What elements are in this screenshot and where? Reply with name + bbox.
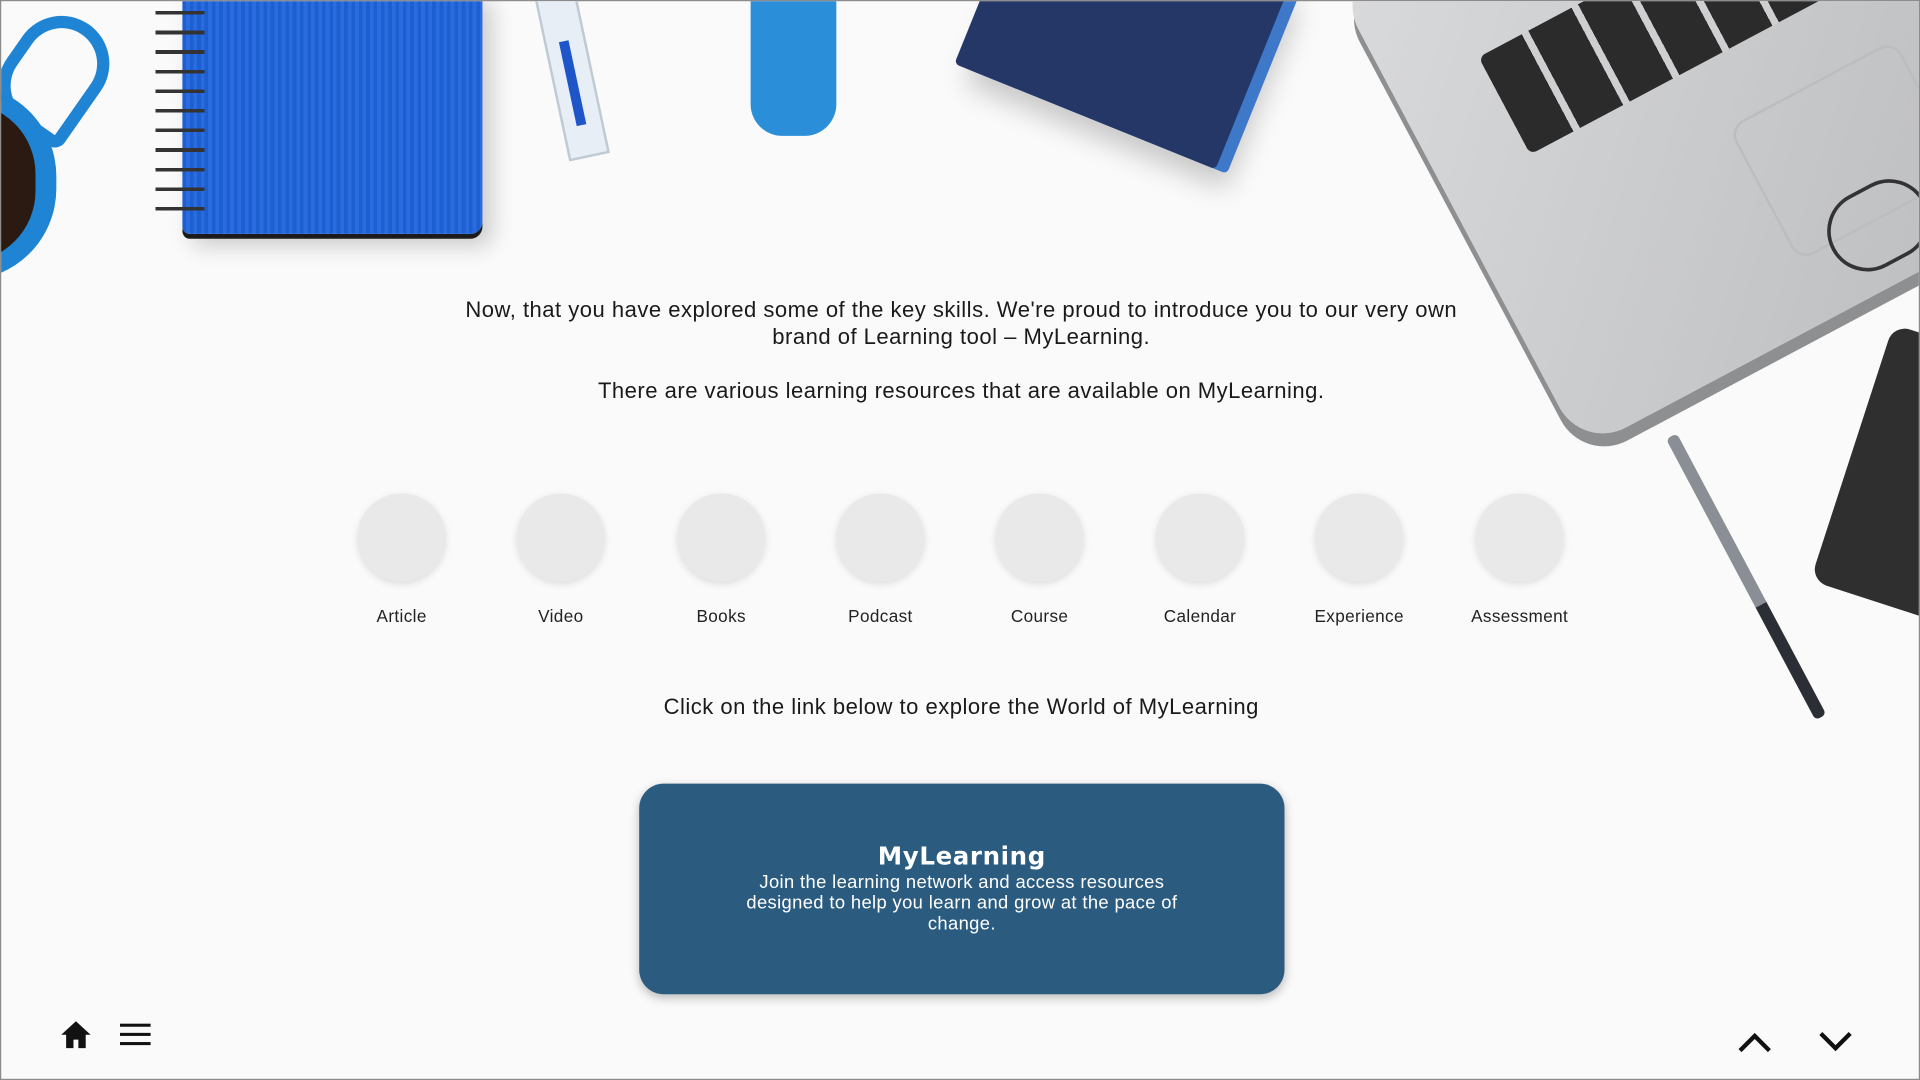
resource-label: Course: [1010, 606, 1069, 626]
resource-label: Article: [376, 606, 427, 626]
blue-notebook-decoration: [182, 1, 483, 234]
resource-assessment[interactable]: Assessment: [1440, 493, 1599, 626]
video-circle-icon[interactable]: [516, 493, 605, 582]
course-circle-icon[interactable]: [995, 493, 1084, 582]
resource-label: Experience: [1314, 606, 1404, 626]
books-circle-icon[interactable]: [677, 493, 766, 582]
resource-podcast[interactable]: Podcast: [801, 493, 960, 626]
slide-stage: Now, that you have explored some of the …: [0, 0, 1920, 1080]
article-circle-icon[interactable]: [357, 493, 446, 582]
resources-paragraph: There are various learning resources tha…: [597, 378, 1325, 403]
hamburger-menu-icon: [120, 1023, 151, 1046]
home-icon: [61, 1021, 91, 1049]
intro-text: Now, that you have explored some of the …: [442, 296, 1480, 404]
resource-calendar[interactable]: Calendar: [1120, 493, 1279, 626]
resource-course[interactable]: Course: [960, 493, 1119, 626]
podcast-circle-icon[interactable]: [836, 493, 925, 582]
resource-list: Article Video Books Podcast Course Calen…: [322, 493, 1600, 640]
previous-button[interactable]: [1735, 1027, 1774, 1056]
chevron-up-icon: [1738, 1032, 1771, 1053]
mylearning-link-card[interactable]: MyLearning Join the learning network and…: [639, 783, 1285, 995]
resource-video[interactable]: Video: [481, 493, 640, 626]
experience-circle-icon[interactable]: [1315, 493, 1404, 582]
assessment-circle-icon[interactable]: [1475, 493, 1564, 582]
book-decoration: [954, 1, 1289, 170]
chevron-down-icon: [1819, 1031, 1852, 1052]
resource-label: Assessment: [1471, 606, 1569, 626]
next-button[interactable]: [1816, 1027, 1855, 1056]
intro-paragraph: Now, that you have explored some of the …: [465, 297, 1458, 349]
cta-text: Click on the link below to explore the W…: [663, 694, 1259, 719]
pen-decoration: [1665, 433, 1827, 721]
stapler-decoration: [750, 1, 837, 136]
resource-label: Video: [538, 606, 584, 626]
calendar-circle-icon[interactable]: [1155, 493, 1245, 582]
resource-experience[interactable]: Experience: [1280, 493, 1439, 626]
card-title: MyLearning: [877, 841, 1046, 871]
resource-label: Calendar: [1163, 606, 1237, 626]
ruler-decoration: [531, 1, 610, 162]
tablet-decoration: [1810, 324, 1919, 634]
resource-books[interactable]: Books: [642, 493, 801, 626]
resource-label: Podcast: [848, 606, 913, 626]
notebook-spiral-decoration: [155, 1, 205, 222]
resource-label: Books: [696, 606, 746, 626]
home-button[interactable]: [58, 1018, 95, 1052]
card-description: Join the learning network and access res…: [746, 871, 1178, 935]
menu-button[interactable]: [119, 1021, 153, 1048]
resource-article[interactable]: Article: [322, 493, 481, 626]
